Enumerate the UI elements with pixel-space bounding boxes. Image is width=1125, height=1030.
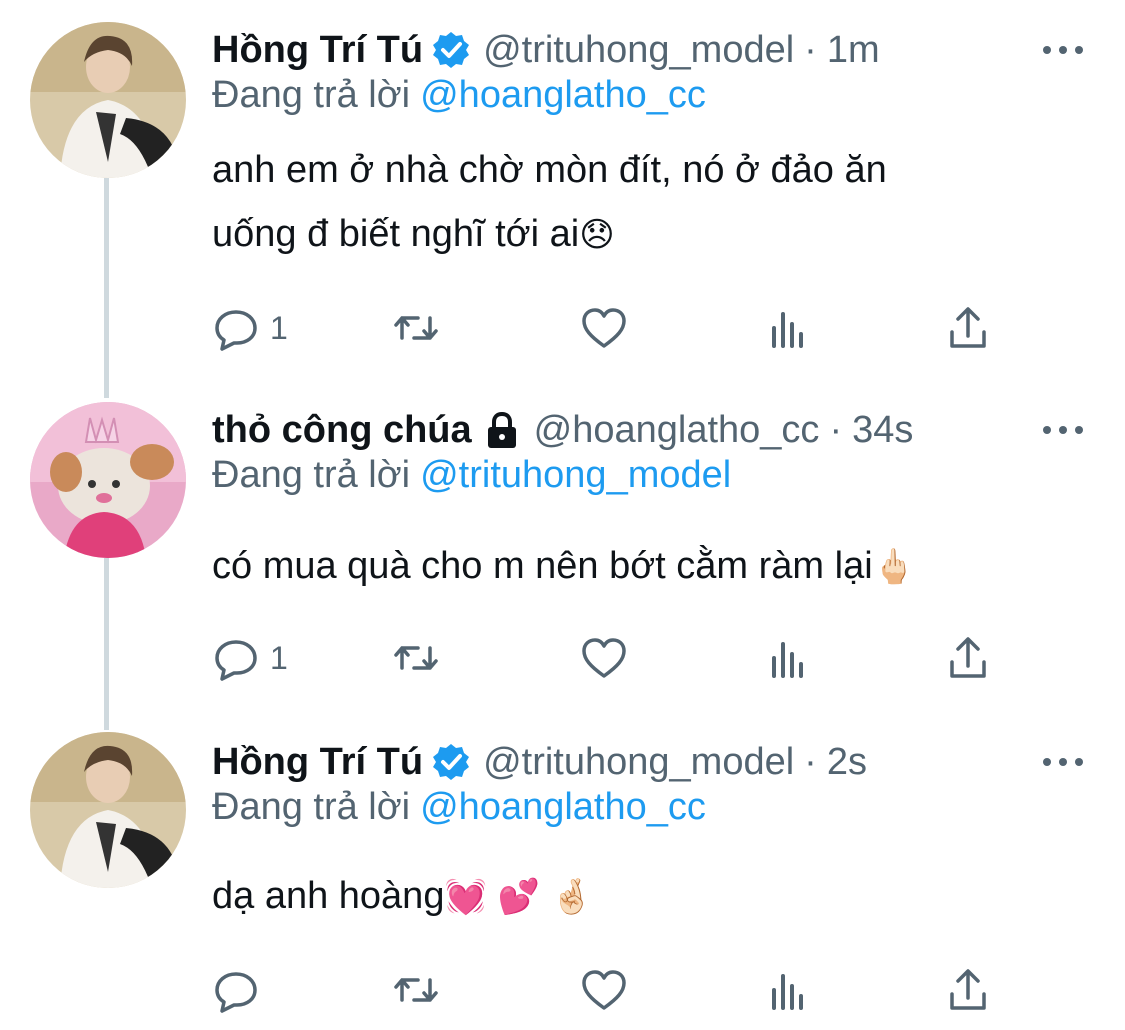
reply-icon [215, 310, 257, 351]
mention-link[interactable]: @hoanglatho_cc [420, 786, 706, 828]
retweet-icon [394, 316, 438, 340]
share-icon [950, 307, 986, 348]
views-icon [772, 642, 803, 678]
verified-badge-icon [431, 30, 471, 70]
replying-to: Đang trả lời @trituhong_model [212, 454, 731, 497]
display-name[interactable]: thỏ công chúa [212, 409, 472, 452]
tweet-header: Hồng Trí Tú @trituhong_model · 2s [212, 732, 867, 792]
avatar[interactable] [30, 402, 186, 558]
tweet[interactable]: thỏ công chúa @hoanglatho_cc · 34s Đang … [0, 400, 1125, 700]
views-button[interactable] [764, 962, 812, 1018]
like-icon [582, 308, 626, 348]
replying-label: Đang trả lời [212, 786, 411, 828]
reply-count: 1 [270, 639, 288, 676]
action-bar [212, 962, 1002, 1018]
reply-button[interactable]: 1 [212, 300, 288, 356]
emoji: 🖕🏻 [872, 547, 916, 587]
display-name[interactable]: Hồng Trí Tú [212, 741, 423, 784]
separator-dot: · [804, 28, 817, 71]
like-icon [582, 638, 626, 678]
tweet-text: anh em ở nhà chờ mòn đít, nó ở đảo ăn uố… [212, 138, 1032, 267]
retweet-button[interactable] [392, 962, 440, 1018]
tweet-header: Hồng Trí Tú @trituhong_model · 1m [212, 20, 880, 80]
views-icon [772, 312, 803, 348]
more-icon[interactable] [1043, 418, 1083, 442]
display-name[interactable]: Hồng Trí Tú [212, 29, 423, 72]
share-icon [950, 637, 986, 678]
replying-to: Đang trả lời @hoanglatho_cc [212, 74, 706, 117]
emoji: 💓 💕 🤞🏻 [444, 877, 594, 917]
retweet-icon [394, 978, 438, 1002]
tweet[interactable]: Hồng Trí Tú @trituhong_model · 2s Đang t… [0, 732, 1125, 1030]
replying-label: Đang trả lời [212, 74, 411, 116]
more-icon[interactable] [1043, 750, 1083, 774]
conversation-thread: Hồng Trí Tú @trituhong_model · 1m Đang t… [0, 0, 1125, 1030]
share-icon [950, 969, 986, 1010]
reply-button[interactable] [212, 962, 270, 1018]
avatar[interactable] [30, 732, 186, 888]
reply-icon [215, 972, 257, 1013]
user-handle[interactable]: @trituhong_model [483, 741, 794, 784]
views-button[interactable] [764, 300, 812, 356]
separator-dot: · [804, 740, 817, 783]
tweet-text-line: uống đ biết nghĩ tới ai [212, 213, 580, 255]
tweet-text-line: dạ anh hoàng [212, 875, 445, 917]
like-button[interactable] [580, 300, 628, 356]
lock-icon [482, 410, 522, 450]
separator-dot: · [829, 408, 843, 451]
views-icon [772, 974, 803, 1010]
tweet-text: dạ anh hoàng💓 💕 🤞🏻 [212, 864, 1032, 929]
timestamp[interactable]: 34s [852, 409, 913, 452]
action-bar: 1 [212, 300, 1002, 356]
like-button[interactable] [580, 630, 628, 686]
emoji: 😞 [579, 215, 615, 255]
reply-icon [215, 640, 257, 681]
replying-label: Đang trả lời [212, 454, 411, 496]
tweet-text: có mua quà cho m nên bớt cằm ràm lại🖕🏻 [212, 534, 1032, 599]
mention-link[interactable]: @hoanglatho_cc [420, 74, 706, 116]
mention-link[interactable]: @trituhong_model [420, 454, 731, 496]
action-bar: 1 [212, 630, 1002, 686]
share-button[interactable] [944, 630, 992, 686]
user-handle[interactable]: @trituhong_model [483, 29, 794, 72]
timestamp[interactable]: 2s [827, 741, 867, 784]
avatar[interactable] [30, 22, 186, 178]
like-button[interactable] [580, 962, 628, 1018]
tweet-text-line: anh em ở nhà chờ mòn đít, nó ở đảo ăn [212, 149, 887, 191]
retweet-icon [394, 646, 438, 670]
reply-count: 1 [270, 309, 288, 346]
retweet-button[interactable] [392, 300, 440, 356]
share-button[interactable] [944, 962, 992, 1018]
replying-to: Đang trả lời @hoanglatho_cc [212, 786, 706, 829]
like-icon [582, 970, 626, 1010]
timestamp[interactable]: 1m [827, 29, 880, 72]
tweet[interactable]: Hồng Trí Tú @trituhong_model · 1m Đang t… [0, 20, 1125, 370]
views-button[interactable] [764, 630, 812, 686]
reply-button[interactable]: 1 [212, 630, 288, 686]
tweet-header: thỏ công chúa @hoanglatho_cc · 34s [212, 400, 913, 460]
user-handle[interactable]: @hoanglatho_cc [534, 409, 820, 452]
verified-badge-icon [431, 742, 471, 782]
tweet-text-line: có mua quà cho m nên bớt cằm ràm lại [212, 545, 873, 587]
more-icon[interactable] [1043, 38, 1083, 62]
retweet-button[interactable] [392, 630, 440, 686]
share-button[interactable] [944, 300, 992, 356]
